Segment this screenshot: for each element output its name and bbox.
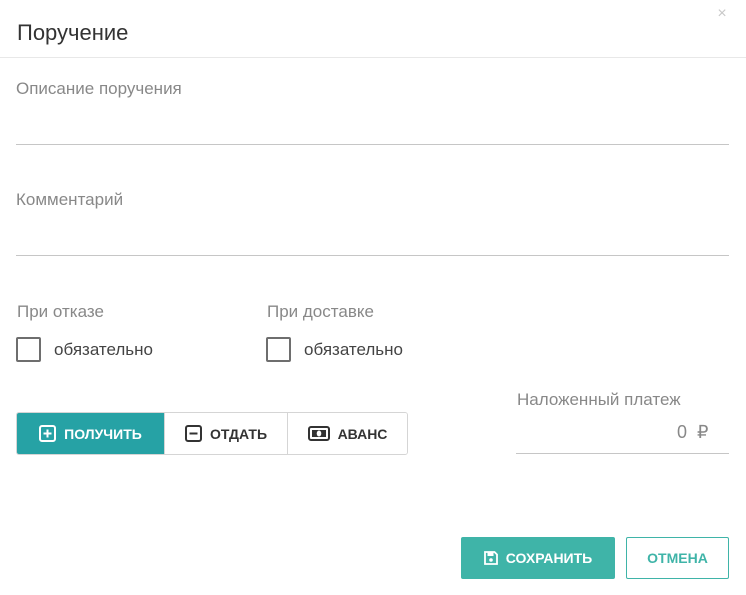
cod-amount-input[interactable]: 0	[517, 422, 687, 443]
payment-mode-toggle: ПОЛУЧИТЬ ОТДАТЬ АВАНС	[16, 412, 408, 455]
advance-button-label: АВАНС	[337, 425, 388, 442]
cod-label: Наложенный платеж	[517, 390, 681, 409]
minus-square-icon	[184, 425, 202, 442]
description-input[interactable]	[16, 113, 729, 143]
comment-field: Комментарий	[16, 190, 729, 256]
save-button[interactable]: СОХРАНИТЬ	[461, 537, 615, 579]
task-dialog: × Поручение Описание поручения Комментар…	[0, 0, 746, 595]
cancel-button-label: ОТМЕНА	[647, 550, 708, 566]
on-refusal-label: При отказе	[17, 302, 104, 321]
on-delivery-checkbox-label[interactable]: обязательно	[304, 340, 403, 360]
description-field: Описание поручения	[16, 79, 729, 145]
on-refusal-checkbox[interactable]	[16, 337, 41, 362]
floppy-icon	[483, 551, 498, 565]
on-delivery-checkbox[interactable]	[266, 337, 291, 362]
comment-input[interactable]	[16, 224, 729, 254]
give-button[interactable]: ОТДАТЬ	[165, 413, 288, 454]
cod-underline	[516, 453, 729, 454]
receive-button-label: ПОЛУЧИТЬ	[64, 425, 142, 442]
plus-square-icon	[39, 425, 57, 442]
header-divider	[0, 57, 746, 58]
description-underline	[16, 144, 729, 145]
description-label: Описание поручения	[16, 79, 182, 98]
save-button-label: СОХРАНИТЬ	[505, 550, 593, 566]
on-refusal-checkbox-label[interactable]: обязательно	[54, 340, 153, 360]
ruble-icon: ₽	[697, 422, 709, 442]
on-delivery-label: При доставке	[267, 302, 374, 321]
comment-underline	[16, 255, 729, 256]
receive-button[interactable]: ПОЛУЧИТЬ	[17, 413, 165, 454]
comment-label: Комментарий	[16, 190, 124, 209]
close-icon[interactable]: ×	[714, 6, 730, 22]
advance-button[interactable]: АВАНС	[288, 413, 407, 454]
cancel-button[interactable]: ОТМЕНА	[626, 537, 729, 579]
give-button-label: ОТДАТЬ	[209, 425, 268, 442]
dialog-title: Поручение	[17, 20, 129, 45]
money-icon	[307, 426, 330, 441]
